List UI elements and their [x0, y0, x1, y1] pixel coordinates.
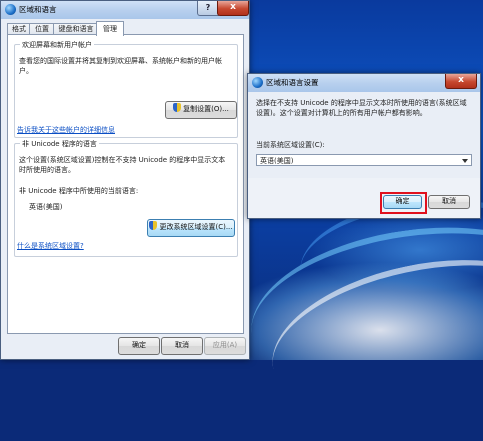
accounts-info-link[interactable]: 告诉我关于这些帐户的详细信息	[17, 125, 115, 135]
close-button[interactable]: x	[217, 1, 249, 16]
ok-button[interactable]: 确定	[118, 337, 160, 355]
help-button[interactable]: ?	[197, 1, 219, 16]
chevron-down-icon	[462, 159, 468, 163]
unicode-description: 这个设置(系统区域设置)控制在不支持 Unicode 的程序中显示文本时所使用的…	[19, 156, 226, 174]
group-title: 欢迎屏幕和新用户帐户	[20, 40, 94, 50]
welcome-screen-group: 欢迎屏幕和新用户帐户 查看您的国际设置并将其复制到欢迎屏幕、系统帐户和新的用户帐…	[14, 40, 238, 138]
shield-icon	[173, 103, 182, 112]
apply-button[interactable]: 应用(A)	[204, 337, 246, 355]
change-locale-label: 更改系统区域设置(C)...	[159, 223, 233, 231]
title-bar[interactable]: 区域和语言 ? x	[1, 1, 249, 19]
non-unicode-group: 非 Unicode 程序的语言 这个设置(系统区域设置)控制在不支持 Unico…	[14, 139, 238, 257]
copy-settings-button[interactable]: 复制设置(O)...	[165, 101, 237, 119]
locale-description: 选择在不支持 Unicode 的程序中显示文本时所使用的语言(系统区域设置)。这…	[256, 99, 467, 117]
system-locale-help-link[interactable]: 什么是系统区域设置?	[17, 241, 84, 251]
administrative-panel: 欢迎屏幕和新用户帐户 查看您的国际设置并将其复制到欢迎屏幕、系统帐户和新的用户帐…	[7, 34, 244, 334]
system-locale-select[interactable]: 英语(美国)	[256, 154, 472, 166]
cancel-button[interactable]: 取消	[428, 195, 470, 209]
ok-button[interactable]: 确定	[383, 195, 422, 209]
title-bar[interactable]: 区域和语言设置 x	[248, 74, 480, 92]
copy-settings-label: 复制设置(O)...	[183, 105, 229, 113]
cancel-button[interactable]: 取消	[161, 337, 203, 355]
region-language-dialog: 区域和语言 ? x 格式 位置 键盘和语言 管理 欢迎屏幕和新用户帐户 查看您的…	[0, 0, 250, 360]
group-title: 非 Unicode 程序的语言	[20, 139, 99, 149]
globe-icon	[5, 4, 16, 15]
shield-icon	[149, 221, 158, 230]
current-language-value: 英语(美国)	[29, 203, 63, 211]
system-locale-value: 英语(美国)	[260, 157, 294, 165]
globe-icon	[252, 77, 263, 88]
region-language-settings-dialog: 区域和语言设置 x 选择在不支持 Unicode 的程序中显示文本时所使用的语言…	[247, 73, 481, 219]
current-language-label: 非 Unicode 程序中所使用的当前语言:	[19, 187, 139, 195]
window-title: 区域和语言设置	[266, 78, 319, 87]
window-title: 区域和语言	[19, 5, 57, 14]
change-system-locale-button[interactable]: 更改系统区域设置(C)...	[147, 219, 235, 237]
welcome-description: 查看您的国际设置并将其复制到欢迎屏幕、系统帐户和新的用户帐户。	[19, 57, 222, 75]
tab-administrative[interactable]: 管理	[96, 21, 124, 36]
current-locale-label: 当前系统区域设置(C):	[256, 141, 325, 149]
close-button[interactable]: x	[445, 74, 477, 89]
